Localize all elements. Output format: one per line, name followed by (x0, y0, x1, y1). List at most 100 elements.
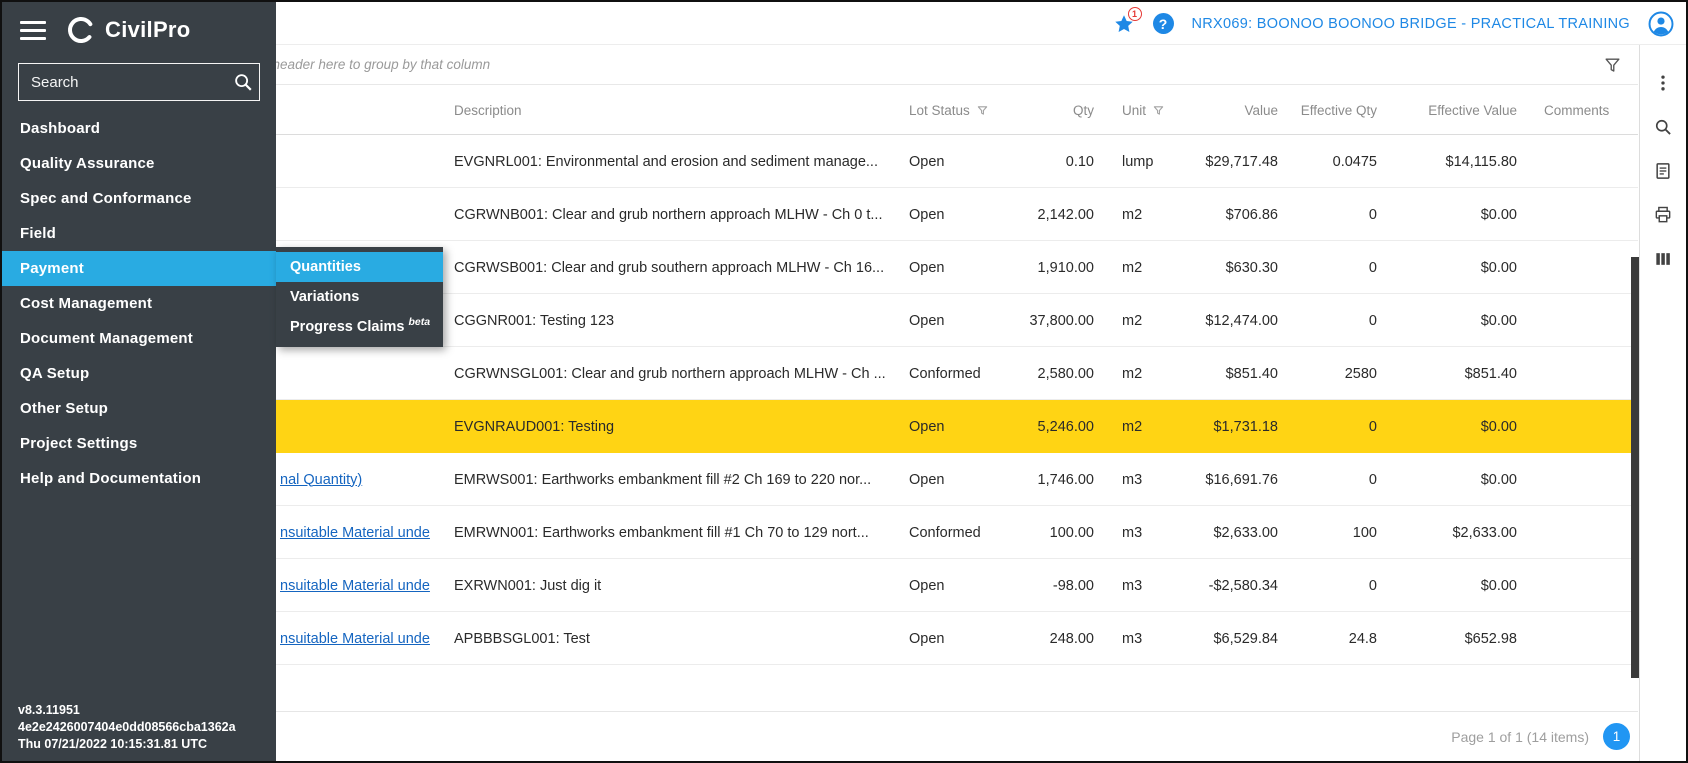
qty-cell: 100.00 (987, 506, 1094, 559)
column-header-label: Effective Value (1428, 103, 1517, 118)
item-link[interactable]: nal Quantity) (280, 472, 362, 488)
column-header-qty[interactable]: Qty (987, 85, 1094, 135)
effective-value-cell: $0.00 (1395, 559, 1517, 612)
kebab-menu-icon (1653, 73, 1673, 93)
value-cell: $16,691.76 (1178, 453, 1278, 506)
search-input[interactable] (29, 73, 232, 92)
more-options-button[interactable] (1651, 71, 1675, 95)
print-button[interactable] (1651, 203, 1675, 227)
value-cell: $630.30 (1178, 241, 1278, 294)
column-header-description[interactable]: Description (454, 85, 914, 135)
submenu-item-label: Variations (290, 289, 359, 305)
comments-cell (1544, 135, 1634, 188)
effective-value-cell: $0.00 (1395, 400, 1517, 453)
column-header-value[interactable]: Value (1178, 85, 1278, 135)
project-title[interactable]: NRX069: BOONOO BOONOO BRIDGE - PRACTICAL… (1192, 16, 1631, 32)
search-icon[interactable] (232, 71, 254, 93)
description-cell: EMRWN001: Earthworks embankment fill #1 … (454, 506, 914, 559)
sidebar-item-project-settings[interactable]: Project Settings (2, 426, 276, 461)
sidebar: CivilPro DashboardQuality AssuranceSpec … (2, 2, 276, 761)
sidebar-item-cost-management[interactable]: Cost Management (2, 286, 276, 321)
link-cell: nsuitable Material unde (280, 506, 430, 559)
effective-value-cell: $652.98 (1395, 612, 1517, 665)
column-header-label: Description (454, 103, 522, 118)
sidebar-item-document-management[interactable]: Document Management (2, 321, 276, 356)
column-header-effective-value[interactable]: Effective Value (1395, 85, 1517, 135)
value-cell: $2,633.00 (1178, 506, 1278, 559)
search-icon (1653, 117, 1673, 137)
unit-filter-icon[interactable] (1153, 105, 1164, 116)
column-chooser-button[interactable] (1651, 247, 1675, 271)
column-header-label: Qty (1073, 103, 1094, 118)
description-cell: CGRWNB001: Clear and grub northern appro… (454, 188, 914, 241)
sidebar-item-qa-setup[interactable]: QA Setup (2, 356, 276, 391)
column-header-effective-qty[interactable]: Effective Qty (1287, 85, 1377, 135)
value-cell: $6,529.84 (1178, 612, 1278, 665)
effective-qty-cell: 0 (1287, 559, 1377, 612)
comments-cell (1544, 506, 1634, 559)
beta-badge: beta (408, 316, 430, 328)
link-cell: nsuitable Material unde (280, 559, 430, 612)
effective-qty-cell: 24.8 (1287, 612, 1377, 665)
filter-icon[interactable] (1603, 56, 1622, 75)
description-cell: EVGNRL001: Environmental and erosion and… (454, 135, 914, 188)
build-hash: 4e2e2426007404e0dd08566cba1362a (18, 719, 272, 736)
comments-cell (1544, 241, 1634, 294)
effective-value-cell: $0.00 (1395, 188, 1517, 241)
column-header-label: Unit (1122, 103, 1146, 118)
report-view-button[interactable] (1651, 159, 1675, 183)
app-name: CivilPro (105, 17, 191, 43)
value-cell: -$2,580.34 (1178, 559, 1278, 612)
app-logo: CivilPro (66, 15, 191, 45)
sidebar-item-field[interactable]: Field (2, 216, 276, 251)
sidebar-search-box (18, 63, 260, 101)
comments-cell (1544, 188, 1634, 241)
submenu-item-quantities[interactable]: Quantities (276, 252, 443, 282)
item-link[interactable]: nsuitable Material unde (280, 578, 430, 594)
user-account-button[interactable] (1648, 11, 1674, 37)
page-1-button[interactable]: 1 (1603, 723, 1630, 750)
effective-value-cell: $0.00 (1395, 241, 1517, 294)
effective-value-cell: $14,115.80 (1395, 135, 1517, 188)
report-icon (1653, 161, 1673, 181)
item-link[interactable]: nsuitable Material unde (280, 631, 430, 647)
page-info: Page 1 of 1 (14 items) (1451, 729, 1589, 745)
favorites-star-button[interactable]: 1 (1113, 13, 1135, 35)
hamburger-menu-icon[interactable] (20, 21, 46, 40)
submenu-item-label: Progress Claims (290, 319, 404, 335)
help-button[interactable]: ? (1153, 13, 1174, 34)
build-timestamp: Thu 07/21/2022 10:15:31.81 UTC (18, 736, 272, 753)
column-header-comments[interactable]: Comments (1544, 85, 1634, 135)
sidebar-item-other-setup[interactable]: Other Setup (2, 391, 276, 426)
sidebar-item-dashboard[interactable]: Dashboard (2, 111, 276, 146)
payment-submenu: Quantities Variations Progress Claims beta (276, 247, 443, 347)
submenu-item-label: Quantities (290, 259, 361, 275)
item-link[interactable]: nsuitable Material unde (280, 525, 430, 541)
vertical-scrollbar[interactable] (1631, 257, 1639, 678)
value-cell: $706.86 (1178, 188, 1278, 241)
link-cell: nal Quantity) (280, 453, 430, 506)
link-cell (280, 188, 430, 241)
grid-search-button[interactable] (1651, 115, 1675, 139)
qty-cell: 0.10 (987, 135, 1094, 188)
column-header-label: Effective Qty (1301, 103, 1377, 118)
link-cell: nsuitable Material unde (280, 612, 430, 665)
sidebar-item-quality-assurance[interactable]: Quality Assurance (2, 146, 276, 181)
submenu-item-variations[interactable]: Variations (276, 282, 443, 312)
sidebar-menu: DashboardQuality AssuranceSpec and Confo… (2, 111, 276, 496)
sidebar-item-payment[interactable]: Payment (2, 251, 276, 286)
qty-cell: 5,246.00 (987, 400, 1094, 453)
user-avatar-icon (1648, 11, 1674, 37)
description-cell: EMRWS001: Earthworks embankment fill #2 … (454, 453, 914, 506)
description-cell: EXRWN001: Just dig it (454, 559, 914, 612)
sidebar-item-spec-and-conformance[interactable]: Spec and Conformance (2, 181, 276, 216)
effective-qty-cell: 0.0475 (1287, 135, 1377, 188)
link-cell (280, 400, 430, 453)
comments-cell (1544, 559, 1634, 612)
qty-cell: 2,580.00 (987, 347, 1094, 400)
sidebar-item-help-and-documentation[interactable]: Help and Documentation (2, 461, 276, 496)
qty-cell: 2,142.00 (987, 188, 1094, 241)
civilpro-logo-icon (66, 15, 96, 45)
value-cell: $1,731.18 (1178, 400, 1278, 453)
submenu-item-progress-claims[interactable]: Progress Claims beta (276, 312, 443, 342)
